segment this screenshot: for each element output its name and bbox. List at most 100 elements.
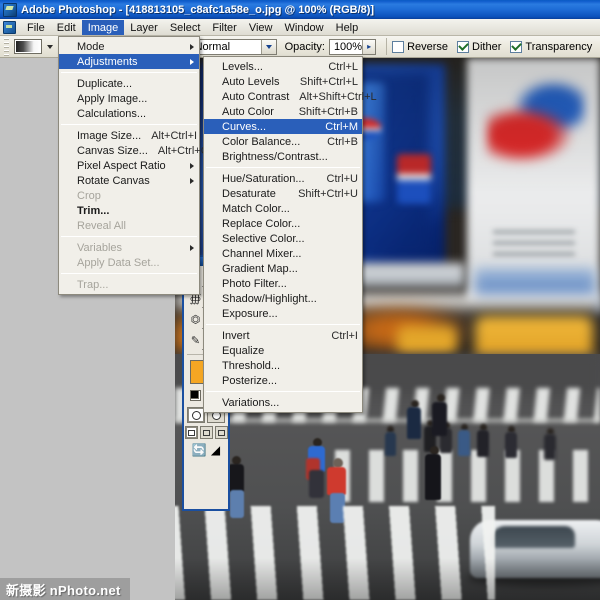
- transparency-checkbox-wrap[interactable]: Transparency: [510, 40, 592, 53]
- adjustments-item-replace-color-label: Replace Color...: [222, 217, 301, 230]
- menu-item-help[interactable]: Help: [330, 20, 365, 35]
- adjustments-item-photo-filter[interactable]: Photo Filter...: [204, 276, 362, 291]
- transparency-checkbox[interactable]: [510, 40, 523, 53]
- opacity-value: 100%: [333, 40, 363, 53]
- image-menu-item-adjustments-label: Adjustments: [77, 55, 138, 68]
- adjustments-item-shadow-highlight[interactable]: Shadow/Highlight...: [204, 291, 362, 306]
- adjustments-item-equalize[interactable]: Equalize: [204, 343, 362, 358]
- adjustments-item-channel-mixer-label: Channel Mixer...: [222, 247, 302, 260]
- adjustments-item-invert[interactable]: Invert Ctrl+I: [204, 328, 362, 343]
- image-menu-item-apply-image[interactable]: Apply Image...: [59, 91, 199, 106]
- image-menu-item-mode[interactable]: Mode: [59, 39, 199, 54]
- photo-person-body: [458, 430, 470, 456]
- adjustments-item-hue-saturation[interactable]: Hue/Saturation... Ctrl+U: [204, 171, 362, 186]
- adjustments-item-exposure-label: Exposure...: [222, 307, 278, 320]
- image-menu-item-rotate-canvas[interactable]: Rotate Canvas: [59, 173, 199, 188]
- adjustments-item-auto-color[interactable]: Auto Color Shift+Ctrl+B: [204, 104, 362, 119]
- adjustments-item-selective-color[interactable]: Selective Color...: [204, 231, 362, 246]
- adjustments-item-auto-color-shortcut: Shift+Ctrl+B: [298, 105, 358, 118]
- full-screen-menubar-mode-button[interactable]: [199, 426, 213, 439]
- default-colors-icon[interactable]: [190, 390, 201, 401]
- adjustments-item-levels-shortcut: Ctrl+L: [328, 60, 358, 73]
- photo-white-billboard-text-block: [493, 230, 575, 260]
- photo-person-legs: [309, 470, 324, 498]
- menu-item-layer[interactable]: Layer: [124, 20, 164, 35]
- image-menu-dropdown[interactable]: Mode Adjustments Duplicate... Apply Image..…: [58, 36, 209, 295]
- opacity-label: Opacity:: [284, 40, 325, 53]
- adjustments-item-curves-label: Curves...: [222, 120, 267, 133]
- adjustments-item-invert-shortcut: Ctrl+I: [331, 329, 358, 342]
- adjustments-submenu-dropdown[interactable]: Levels... Ctrl+L Auto Levels Shift+Ctrl+L Au…: [203, 56, 377, 413]
- image-menu-item-canvas-size-shortcut: Alt+Ctrl+C: [157, 144, 209, 157]
- adjustments-item-color-balance-label: Color Balance...: [222, 135, 301, 148]
- adjustments-item-channel-mixer[interactable]: Channel Mixer...: [204, 246, 362, 261]
- jump-to-imageready-icon[interactable]: 🔄: [192, 443, 207, 457]
- full-screen-mode-button[interactable]: [214, 426, 228, 439]
- menu-item-filter[interactable]: Filter: [206, 20, 242, 35]
- image-menu-item-trim[interactable]: Trim...: [59, 203, 199, 218]
- adjustments-item-levels[interactable]: Levels... Ctrl+L: [204, 59, 362, 74]
- opacity-stepper-icon[interactable]: ▸: [362, 39, 376, 54]
- adjustments-item-exposure[interactable]: Exposure...: [204, 306, 362, 321]
- dither-checkbox[interactable]: [457, 40, 470, 53]
- adjustments-item-selective-color-label: Selective Color...: [222, 232, 305, 245]
- image-menu-item-trap-label: Trap...: [77, 278, 109, 291]
- menu-item-edit[interactable]: Edit: [51, 20, 82, 35]
- adjustments-item-replace-color[interactable]: Replace Color...: [204, 216, 362, 231]
- image-menu-item-calculations[interactable]: Calculations...: [59, 106, 199, 121]
- opacity-input[interactable]: 100% ▸: [328, 38, 377, 55]
- photo-person-body: [432, 402, 447, 436]
- standard-screen-mode-button[interactable]: [184, 426, 198, 439]
- gradient-preview-swatch[interactable]: [14, 39, 42, 54]
- adjustments-item-desaturate-shortcut: Shift+Ctrl+U: [298, 187, 358, 200]
- adjustments-item-auto-contrast[interactable]: Auto Contrast Alt+Shift+Ctrl+L: [204, 89, 377, 104]
- adjustments-item-variations[interactable]: Variations...: [204, 395, 362, 410]
- options-bar-grip[interactable]: [4, 37, 9, 56]
- photo-person-body: [385, 432, 396, 456]
- menu-item-window[interactable]: Window: [279, 20, 330, 35]
- adjustments-item-auto-levels[interactable]: Auto Levels Shift+Ctrl+L: [204, 74, 362, 89]
- adjustments-item-brightness-contrast[interactable]: Brightness/Contrast...: [204, 149, 362, 164]
- image-menu-item-pixel-aspect-ratio[interactable]: Pixel Aspect Ratio: [59, 158, 199, 173]
- adjustments-item-match-color[interactable]: Match Color...: [204, 201, 362, 216]
- image-menu-item-pixel-aspect-ratio-label: Pixel Aspect Ratio: [77, 159, 166, 172]
- photo-person-body: [544, 434, 556, 460]
- image-menu-item-duplicate[interactable]: Duplicate...: [59, 76, 199, 91]
- image-menu-item-trim-label: Trim...: [77, 204, 110, 217]
- blend-mode-select[interactable]: Normal: [190, 38, 277, 55]
- dither-checkbox-wrap[interactable]: Dither: [457, 40, 501, 53]
- menu-item-select[interactable]: Select: [164, 20, 207, 35]
- menu-item-image[interactable]: Image: [81, 19, 125, 35]
- image-menu-item-canvas-size[interactable]: Canvas Size... Alt+Ctrl+C: [59, 143, 209, 158]
- photo-person-body: [505, 432, 517, 458]
- gradient-picker-chevron-down-icon[interactable]: [47, 44, 53, 49]
- adjustments-item-variations-label: Variations...: [222, 396, 280, 409]
- adjustments-item-curves[interactable]: Curves... Ctrl+M: [204, 119, 362, 134]
- image-menu-item-image-size[interactable]: Image Size... Alt+Ctrl+I: [59, 128, 199, 143]
- image-menu-item-trap: Trap...: [59, 277, 199, 292]
- reverse-checkbox[interactable]: [392, 40, 405, 53]
- menu-item-file[interactable]: File: [21, 20, 51, 35]
- photo-crosswalk-near: [175, 506, 495, 600]
- document-control-icon[interactable]: [3, 20, 16, 34]
- adjustments-item-color-balance[interactable]: Color Balance... Ctrl+B: [204, 134, 362, 149]
- reverse-checkbox-wrap[interactable]: Reverse: [392, 40, 448, 53]
- adjustments-item-posterize[interactable]: Posterize...: [204, 373, 362, 388]
- jump-to-row: 🔄 ◢: [184, 443, 228, 457]
- adjustments-item-desaturate[interactable]: Desaturate Shift+Ctrl+U: [204, 186, 362, 201]
- adjustments-item-hue-saturation-label: Hue/Saturation...: [222, 172, 305, 185]
- photoshop-logo-icon: [3, 2, 17, 17]
- menu-item-view[interactable]: View: [243, 20, 279, 35]
- imageready-icon[interactable]: ◢: [211, 443, 220, 457]
- image-menu-item-mode-submenu-arrow-icon: [190, 43, 194, 50]
- adjustments-item-gradient-map[interactable]: Gradient Map...: [204, 261, 362, 276]
- image-menu-item-adjustments[interactable]: Adjustments: [59, 54, 199, 69]
- photo-person-body: [425, 454, 441, 500]
- image-menu-item-calculations-label: Calculations...: [77, 107, 147, 120]
- adjustments-item-threshold[interactable]: Threshold...: [204, 358, 362, 373]
- adjustments-item-separator-20: [206, 391, 360, 392]
- adjustments-item-curves-shortcut: Ctrl+M: [325, 120, 358, 133]
- menu-bar: File Edit Image Layer Select Filter View…: [0, 19, 600, 36]
- adjustments-item-threshold-label: Threshold...: [222, 359, 281, 372]
- blend-mode-chevron-down-icon[interactable]: [260, 39, 276, 54]
